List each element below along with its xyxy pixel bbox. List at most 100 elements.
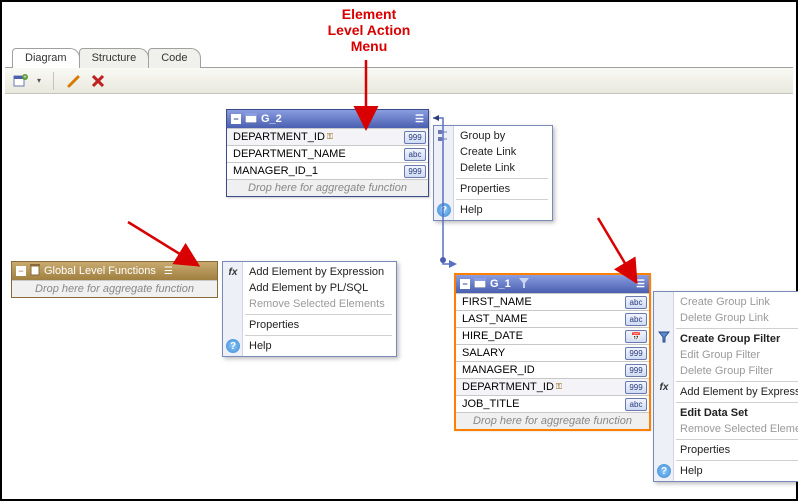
- menu-item-delete-group-filter: Delete Group Filter: [654, 363, 798, 379]
- menu-separator: [676, 460, 798, 461]
- menu-item-group-by[interactable]: Group by: [434, 128, 552, 144]
- table-row[interactable]: MANAGER_ID_1 999: [227, 162, 428, 179]
- table-row[interactable]: FIRST_NAME abc: [456, 293, 649, 310]
- filter-icon: [519, 278, 529, 291]
- table-row[interactable]: MANAGER_ID 999: [456, 361, 649, 378]
- column-name: MANAGER_ID_1: [233, 165, 318, 177]
- menu-item-remove-selected: Remove Selected Elements: [223, 296, 396, 312]
- key-icon: ⚿: [556, 382, 562, 392]
- column-name: HIRE_DATE: [462, 330, 523, 342]
- menu-separator: [676, 402, 798, 403]
- type-badge: 999: [404, 131, 426, 144]
- help-icon[interactable]: ?: [657, 464, 671, 478]
- group-header-g2[interactable]: − G_2 ☰: [227, 110, 428, 128]
- type-badge: abc: [625, 296, 647, 309]
- tab-code[interactable]: Code: [148, 48, 200, 68]
- toolbar-separator: [53, 72, 54, 90]
- menu-separator: [676, 328, 798, 329]
- type-badge: 999: [404, 165, 426, 178]
- type-badge: 999: [625, 347, 647, 360]
- group-title: G_2: [261, 113, 282, 125]
- menu-item-properties[interactable]: Properties: [434, 181, 552, 197]
- aggregate-dropzone[interactable]: Drop here for aggregate function: [456, 412, 649, 429]
- menu-item-delete-link[interactable]: Delete Link: [434, 160, 552, 176]
- menu-separator: [245, 314, 392, 315]
- menu-trigger-icon[interactable]: ☰: [164, 266, 173, 277]
- help-icon[interactable]: ?: [226, 339, 240, 353]
- group-panel-g1[interactable]: − G_1 ☰ FIRST_NAMEabc LAST_NAMEabc HIRE_…: [455, 274, 650, 430]
- help-icon[interactable]: ?: [437, 203, 451, 217]
- collapse-icon[interactable]: −: [16, 266, 26, 276]
- edit-icon[interactable]: [66, 73, 82, 89]
- menu-item-edit-group-filter: Edit Group Filter: [654, 347, 798, 363]
- column-name: FIRST_NAME: [462, 296, 532, 308]
- menu-item-help[interactable]: Help: [223, 338, 396, 354]
- collapse-icon[interactable]: −: [460, 279, 470, 289]
- column-name: MANAGER_ID: [462, 364, 535, 376]
- table-row[interactable]: JOB_TITLE abc: [456, 395, 649, 412]
- column-name: DEPARTMENT_ID: [233, 131, 325, 143]
- column-name: SALARY: [462, 347, 505, 359]
- menu-separator: [456, 178, 548, 179]
- type-badge: abc: [625, 398, 647, 411]
- diagram-area[interactable]: − G_2 ☰ DEPARTMENT_ID ⚿ 999 DEPARTMENT_N…: [5, 94, 793, 496]
- menu-item-properties[interactable]: Properties: [654, 442, 798, 458]
- menu-item-create-group-link: Create Group Link: [654, 294, 798, 310]
- toolbar: + ▾: [5, 68, 793, 94]
- column-name: JOB_TITLE: [462, 398, 519, 410]
- menu-item-add-by-plsql[interactable]: Add Element by PL/SQL: [223, 280, 396, 296]
- menu-item-create-link[interactable]: Create Link: [434, 144, 552, 160]
- element-action-menu: Group by Create Link Delete Link Propert…: [433, 125, 553, 221]
- group-title: G_1: [490, 278, 511, 290]
- tab-diagram[interactable]: Diagram: [12, 48, 80, 68]
- trash-icon: [30, 264, 40, 279]
- table-row[interactable]: HIRE_DATE 📅: [456, 327, 649, 344]
- global-header[interactable]: − Global Level Functions ☰: [12, 262, 217, 280]
- menu-item-delete-group-link: Delete Group Link: [654, 310, 798, 326]
- key-icon: ⚿: [327, 132, 333, 142]
- menu-item-edit-data-set[interactable]: Edit Data Set: [654, 405, 798, 421]
- menu-separator: [456, 199, 548, 200]
- type-badge: abc: [625, 313, 647, 326]
- svg-text:+: +: [23, 75, 27, 81]
- group-panel-g2[interactable]: − G_2 ☰ DEPARTMENT_ID ⚿ 999 DEPARTMENT_N…: [226, 109, 429, 197]
- new-dataset-icon[interactable]: +: [13, 73, 29, 89]
- tab-strip: Diagram Structure Code: [12, 48, 200, 68]
- menu-item-properties[interactable]: Properties: [223, 317, 396, 333]
- tab-structure[interactable]: Structure: [79, 48, 150, 68]
- menu-separator: [676, 439, 798, 440]
- type-badge: 999: [625, 381, 647, 394]
- table-row[interactable]: DEPARTMENT_NAME abc: [227, 145, 428, 162]
- global-action-menu: fx Add Element by Expression Add Element…: [222, 261, 397, 357]
- collapse-icon[interactable]: −: [231, 114, 241, 124]
- table-row[interactable]: LAST_NAME abc: [456, 310, 649, 327]
- table-row[interactable]: DEPARTMENT_ID⚿ 999: [456, 378, 649, 395]
- menu-item-create-group-filter[interactable]: Create Group Filter: [654, 331, 798, 347]
- group-header-g1[interactable]: − G_1 ☰: [456, 275, 649, 293]
- table-row[interactable]: DEPARTMENT_ID ⚿ 999: [227, 128, 428, 145]
- group-action-menu: Create Group Link Delete Group Link Crea…: [653, 291, 798, 482]
- menu-trigger-icon[interactable]: ☰: [415, 114, 424, 125]
- aggregate-dropzone[interactable]: Drop here for aggregate function: [227, 179, 428, 196]
- aggregate-dropzone[interactable]: Drop here for aggregate function: [12, 280, 217, 297]
- type-badge: 999: [625, 364, 647, 377]
- menu-item-remove-selected: Remove Selected Elements: [654, 421, 798, 437]
- menu-separator: [245, 335, 392, 336]
- column-name: DEPARTMENT_NAME: [233, 148, 346, 160]
- menu-item-help[interactable]: Help: [654, 463, 798, 479]
- table-row[interactable]: SALARY 999: [456, 344, 649, 361]
- delete-icon[interactable]: [90, 73, 106, 89]
- menu-separator: [676, 381, 798, 382]
- dataset-icon: [245, 113, 257, 126]
- callout-element-menu: ElementLevel ActionMenu: [309, 6, 429, 54]
- menu-item-add-by-expr[interactable]: Add Element by Expression: [654, 384, 798, 400]
- column-name: LAST_NAME: [462, 313, 527, 325]
- menu-item-add-by-expr[interactable]: Add Element by Expression: [223, 264, 396, 280]
- dataset-icon: [474, 278, 486, 291]
- global-title: Global Level Functions: [44, 265, 156, 277]
- menu-item-help[interactable]: Help: [434, 202, 552, 218]
- menu-trigger-icon[interactable]: ☰: [636, 279, 645, 290]
- column-name: DEPARTMENT_ID: [462, 381, 554, 393]
- global-functions-panel[interactable]: − Global Level Functions ☰ Drop here for…: [11, 261, 218, 298]
- type-badge: 📅: [625, 330, 647, 343]
